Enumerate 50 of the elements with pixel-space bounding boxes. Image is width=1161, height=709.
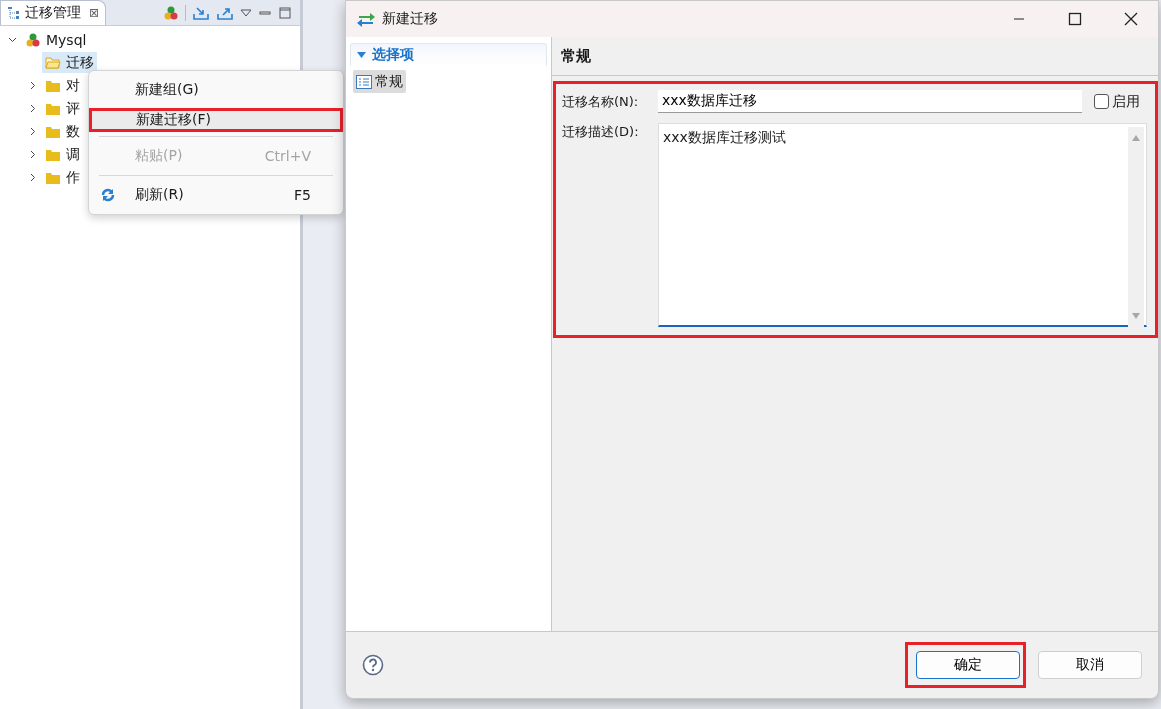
database-icon [25,31,41,48]
tree-item[interactable]: 数 [42,121,83,142]
ok-button[interactable]: 确定 [916,651,1020,679]
name-field[interactable]: xxx数据库迁移 [658,90,1082,113]
tree-item[interactable]: 对 [42,75,83,96]
list-icon [356,74,372,89]
help-icon[interactable] [362,654,384,676]
chevron-right-icon[interactable] [28,173,37,182]
export-icon[interactable] [216,5,234,21]
folder-icon [45,170,61,185]
chevron-right-icon[interactable] [28,81,37,90]
chevron-right-icon[interactable] [28,150,37,159]
menu-item[interactable]: 新建组(G) [91,75,341,105]
folder-icon [45,124,61,139]
chevron-down-icon[interactable] [8,35,17,44]
field-label: 迁移名称(N): [562,92,640,111]
view-menu-icon[interactable] [240,8,252,18]
cancel-button[interactable]: 取消 [1038,651,1142,679]
database-icon[interactable] [163,5,179,21]
window-title: 新建迁移 [382,10,439,28]
field-label: 迁移描述(D): [562,123,640,141]
page-title: 常规 [552,37,1158,76]
open-folder-icon [45,55,61,70]
chevron-right-icon[interactable] [28,127,37,136]
tree-item[interactable]: 作 [42,167,83,188]
refresh-icon [101,188,115,202]
folder-icon [45,147,61,162]
folder-icon [45,101,61,116]
tree-icon [7,6,21,20]
shortcut-text: F5 [294,187,312,203]
tree-item[interactable]: 迁移 [42,52,97,73]
shortcut-text: Ctrl+V [264,148,312,164]
enable-checkbox[interactable]: 启用 [1094,92,1140,111]
chevron-right-icon[interactable] [28,104,37,113]
nav-item[interactable]: 常规 [353,70,406,93]
minimize-icon[interactable] [258,8,272,18]
triangle-down-icon [357,52,366,58]
close-button[interactable]: ⊠ [89,6,100,20]
scrollbar-icon [1128,127,1144,327]
import-icon[interactable] [192,5,210,21]
tree-item[interactable]: 调 [42,144,83,165]
tree-item[interactable]: Mysql [22,29,90,50]
description-field[interactable]: xxx数据库迁移测试 [658,123,1147,327]
arrows-icon [356,11,376,27]
view-tab[interactable]: 迁移管理 ⊠ [0,0,107,25]
folder-icon [45,78,61,93]
tree-item[interactable]: 评 [42,98,83,119]
section-header[interactable]: 选择项 [350,43,547,66]
menu-item[interactable]: 刷新(R) F5 [91,180,341,210]
menu-item[interactable]: 新建迁移(F) [89,108,343,132]
